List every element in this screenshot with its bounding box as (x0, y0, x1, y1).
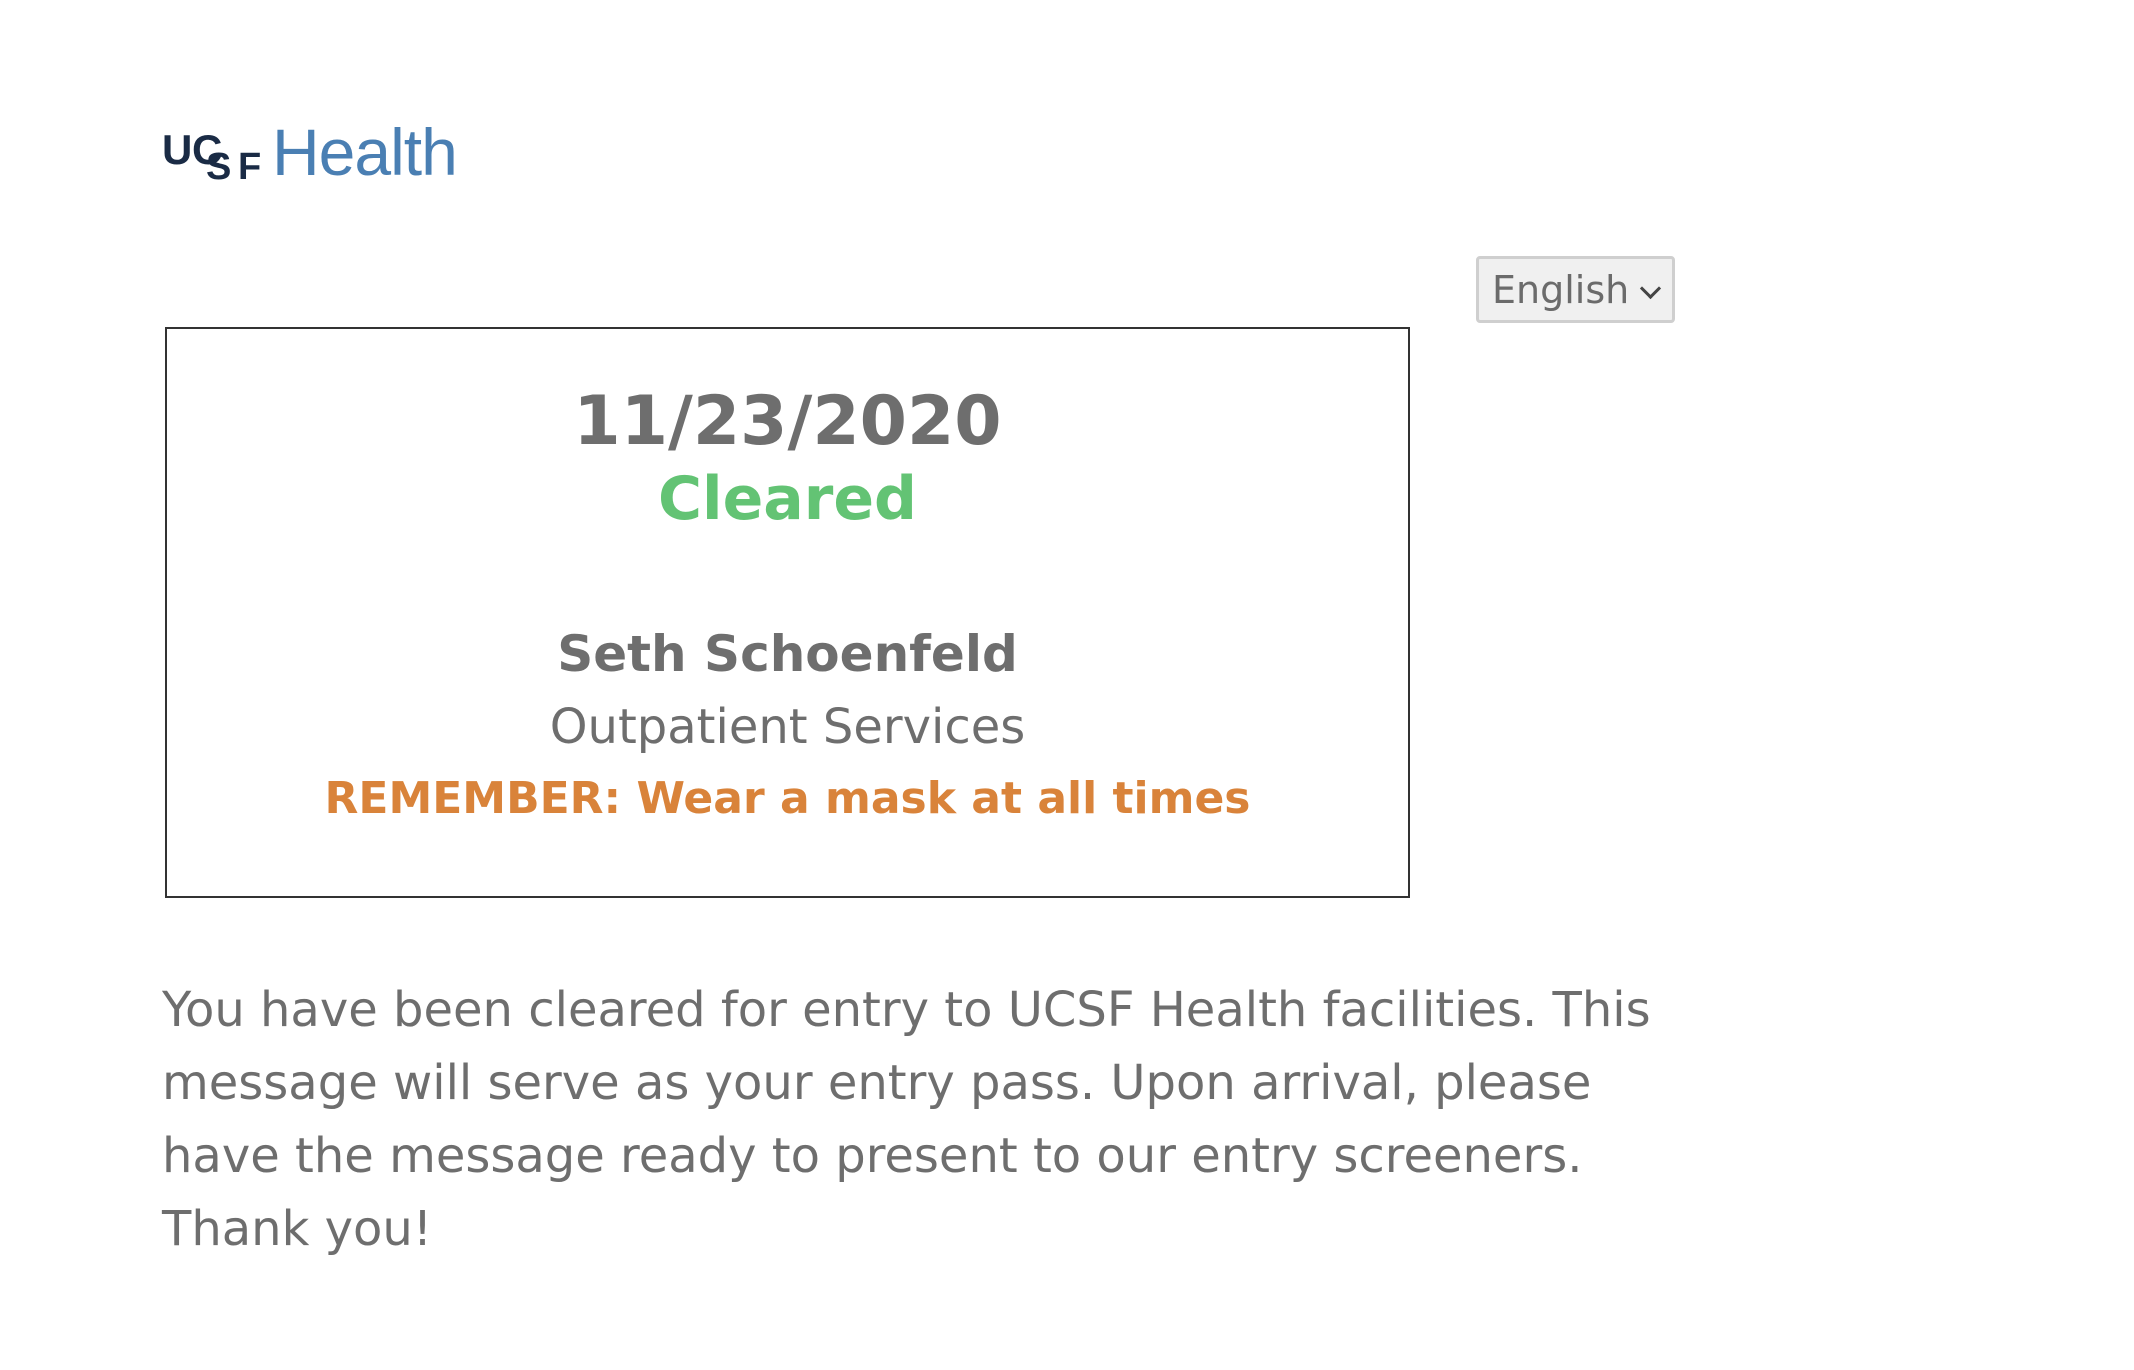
logo-health-text: Health (272, 115, 458, 189)
logo-letter-f: F (238, 146, 262, 188)
entry-pass-page: U C S F Health English 11/23/2020 Cleare… (0, 0, 2134, 1370)
department: Outpatient Services (549, 699, 1026, 755)
clearance-status: Cleared (657, 464, 917, 534)
entry-pass-message: You have been cleared for entry to UCSF … (162, 982, 1651, 1257)
chevron-down-icon (1639, 277, 1662, 300)
person-name: Seth Schoenfeld (557, 625, 1018, 683)
logo-letter-s: S (206, 146, 232, 188)
language-select-value: English (1492, 267, 1630, 312)
ucsf-health-logo: U C S F Health (162, 115, 458, 189)
screening-date: 11/23/2020 (573, 382, 1002, 461)
ucsf-wordmark: U C S F (162, 122, 270, 188)
language-select[interactable]: English (1476, 256, 1675, 323)
logo-letter-u: U (162, 126, 192, 173)
mask-reminder: REMEMBER: Wear a mask at all times (324, 773, 1251, 824)
screening-status-card: 11/23/2020 Cleared Seth Schoenfeld Outpa… (165, 327, 1410, 898)
